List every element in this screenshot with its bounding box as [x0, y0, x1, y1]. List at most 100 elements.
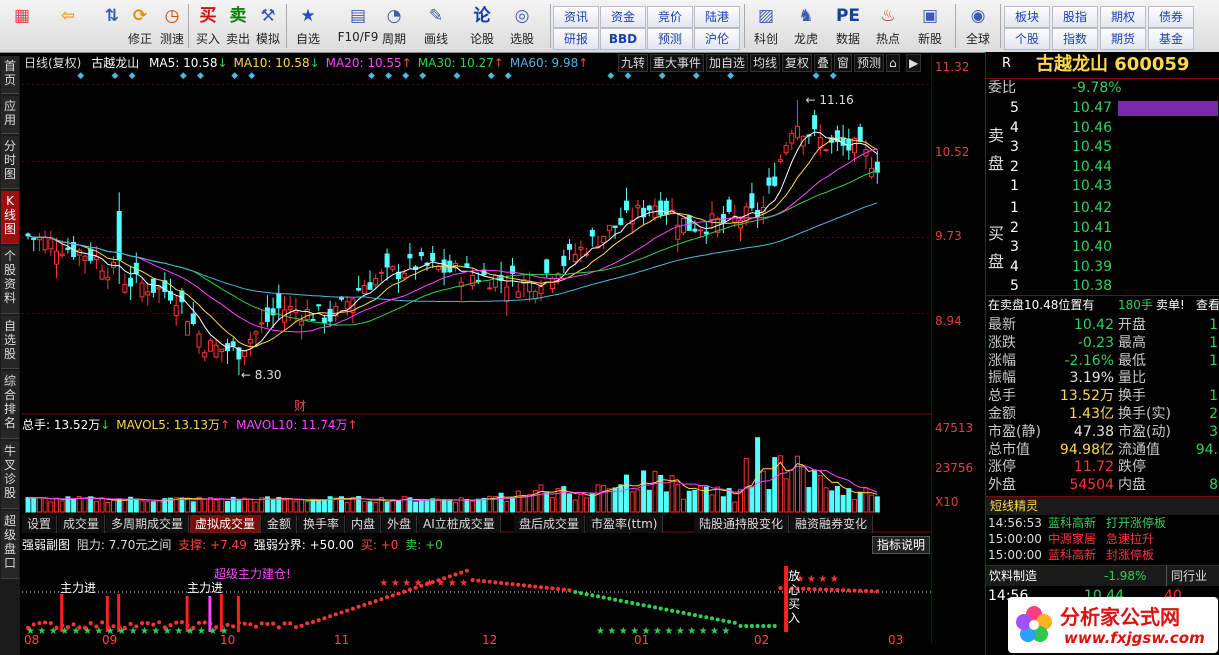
kline-chart-svg[interactable]: ← 11.16← 8.30财◆ ◆ ◆ ◆ ◆ ◆ ◆ ◆ ◆ ◆ ◆ ◆ ◆ ◆ ◆ ◆ ◆ ◆ ◆ ◆ ◆★ ★ ★ ★ ★…	[22, 54, 932, 644]
toolbar-button-buy[interactable]: 买买入	[192, 2, 224, 50]
toolbar-small-button[interactable]: 期权	[1100, 6, 1146, 28]
volume-bar	[749, 486, 755, 513]
toolbar-small-button[interactable]: 竞价	[647, 6, 693, 28]
chart-top-button[interactable]: 加自选	[706, 54, 749, 72]
volume-tab[interactable]: 金额	[262, 515, 298, 533]
indicator-dot	[396, 591, 401, 596]
chart-top-button[interactable]: 均线	[750, 54, 781, 72]
toolbar-label: 全球	[965, 32, 990, 46]
toolbar-button-hot[interactable]: ♨ 热点	[872, 2, 904, 50]
toolbar-small-button[interactable]: 板块	[1004, 6, 1050, 28]
toolbar-small-button[interactable]: 预测	[647, 28, 693, 50]
toolbar-small-button[interactable]: BBD	[600, 28, 646, 50]
quote-stat-row: 振幅 3.19% 量比	[986, 369, 1219, 388]
toolbar-button-sell[interactable]: 卖卖出	[222, 2, 254, 50]
toolbar-button-clock[interactable]: ◷ 测速	[156, 2, 188, 50]
indicator-help-button[interactable]: 指标说明	[872, 536, 931, 554]
indicator-dot	[140, 621, 144, 626]
left-tab-牛叉诊股[interactable]: 牛 叉 诊 股	[1, 441, 19, 509]
volume-tab[interactable]: AI立桩成交量	[418, 515, 501, 533]
toolbar-small-button[interactable]: 陆港	[694, 6, 740, 28]
volume-tab[interactable]: 成交量	[58, 515, 106, 533]
toolbar-small-button[interactable]: 沪伦	[694, 28, 740, 50]
toolbar-label: 数据	[835, 32, 860, 46]
quote-stat-label: 最高	[1118, 334, 1146, 351]
volume-bar	[242, 497, 248, 513]
volume-tab[interactable]: 换手率	[298, 515, 346, 533]
toolbar-small-button[interactable]: 研报	[553, 28, 599, 50]
indicator-dot	[658, 606, 663, 611]
chart-top-button[interactable]: 窗	[834, 54, 853, 72]
toolbar-small-button[interactable]: 资金	[600, 6, 646, 28]
chart-top-button[interactable]: 复权	[782, 54, 813, 72]
toolbar-button-globe[interactable]: ◉ 全球	[962, 2, 994, 50]
toolbar-label: 测速	[159, 32, 184, 46]
volume-tab[interactable]: 陆股通持股变化	[694, 515, 790, 533]
volume-tab[interactable]: 外盘	[382, 515, 418, 533]
toolbar-button-refresh[interactable]: ⟳ 修正	[124, 2, 156, 50]
volume-tab[interactable]: 多周期成交量	[106, 515, 190, 533]
toolbar-small-button[interactable]: 指数	[1052, 28, 1098, 50]
news-row[interactable]: 15:00:00 中源家居 急速拉升	[986, 531, 1219, 547]
news-row[interactable]: 15:00:00 蓝科高新 封涨停板	[986, 547, 1219, 563]
toolbar-button-back-arrow[interactable]: ⇦	[52, 2, 84, 50]
toolbar-small-button[interactable]: 债券	[1148, 6, 1194, 28]
annotation-relax-buy: 入	[788, 611, 800, 625]
left-tab-分时图[interactable]: 分 时 图	[1, 136, 19, 189]
toolbar-button-data[interactable]: PE 数据	[832, 2, 864, 50]
toolbar-small-button[interactable]: 个股	[1004, 28, 1050, 50]
toolbar-button-forum[interactable]: 论论股	[466, 2, 498, 50]
industry-tab[interactable]: 同行业	[1166, 566, 1211, 586]
chart-top-button[interactable]: 预测	[854, 54, 885, 72]
kline-chart-area[interactable]: ← 11.16 ← 8.30 财 ◆ ◆ ◆ ◆ ◆ ◆ ◆ ◆ ◆ ◆ ◆ ◆ ◆ ◆ ◆ ◆ ◆ ◆ ◆ ◆ ◆ ★ ★ ★ ★ ★…	[22, 54, 932, 644]
toolbar-button-select[interactable]: ◎ 选股	[506, 2, 538, 50]
left-tab-综合排名[interactable]: 综 合 排 名	[1, 371, 19, 439]
left-tab-应用[interactable]: 应 用	[1, 96, 19, 134]
volume-bar	[418, 500, 424, 513]
left-tab-K线图[interactable]: K 线 图	[1, 191, 19, 244]
volume-tab[interactable]: 设置	[22, 515, 58, 533]
arrow-right-icon[interactable]: ▶	[906, 54, 922, 72]
chart-top-button[interactable]: 重大事件	[650, 54, 705, 72]
volume-bar	[282, 499, 287, 513]
quote-stat-value: 94.98亿	[1059, 441, 1114, 458]
left-tab-超级盘口[interactable]: 超 级 盘 口	[1, 511, 19, 579]
order-alert-link[interactable]: 查看	[1196, 296, 1219, 315]
candle-body	[823, 149, 829, 152]
left-tab-自选股[interactable]: 自 选 股	[1, 316, 19, 369]
chart-top-button[interactable]: 九转	[618, 54, 649, 72]
volume-tab[interactable]: 市盈率(ttm)	[586, 515, 664, 533]
candle-body	[487, 287, 493, 290]
toolbar-small-button[interactable]: 基金	[1148, 28, 1194, 50]
volume-tab[interactable]: 融资融券变化	[790, 515, 874, 533]
volume-tab[interactable]: 盘后成交量	[514, 515, 586, 533]
toolbar-small-button[interactable]: 资讯	[553, 6, 599, 28]
toolbar-button-app-grid[interactable]: ▦	[6, 2, 38, 50]
weibi-value: -9.78%	[1072, 80, 1122, 96]
toolbar-button-pen[interactable]: ✎ 画线	[420, 2, 452, 50]
signal-diamond-icon: ◆	[659, 71, 666, 81]
toolbar-label: 热点	[875, 32, 900, 46]
toolbar-small-button[interactable]: 期货	[1100, 28, 1146, 50]
time-tick-label: 01	[634, 633, 649, 644]
toolbar-small-button[interactable]: 股指	[1052, 6, 1098, 28]
indicator-dot	[590, 593, 595, 598]
candle-body	[430, 253, 436, 262]
toolbar-button-period[interactable]: ◔ 周期	[378, 2, 410, 50]
volume-tab[interactable]: 虚拟成交量	[190, 515, 262, 533]
bid-level-row: 4 10.39	[986, 258, 1219, 277]
toolbar-button-tech[interactable]: ▨ 科创	[750, 2, 782, 50]
volume-tab[interactable]: 内盘	[346, 515, 382, 533]
toolbar-button-f10[interactable]: ▤ F10/F9	[334, 2, 382, 50]
toolbar-button-newstock[interactable]: ▣ 新股	[914, 2, 946, 50]
toolbar-button-hammer[interactable]: ⚒ 模拟	[252, 2, 284, 50]
green-star-icon: ★	[174, 626, 183, 637]
toolbar-button-dragon[interactable]: ♞ 龙虎	[790, 2, 822, 50]
toolbar-button-star[interactable]: ★ 自选	[292, 2, 324, 50]
ask-level-row: 3 10.45	[986, 138, 1219, 157]
lock-icon[interactable]: ⌂	[886, 54, 900, 72]
left-tab-个股资料[interactable]: 个 股 资 料	[1, 246, 19, 314]
left-tab-首页[interactable]: 首 页	[1, 56, 19, 94]
news-row[interactable]: 14:56:53 蓝科高新 打开涨停板	[986, 515, 1219, 531]
chart-top-button[interactable]: 叠	[814, 54, 833, 72]
